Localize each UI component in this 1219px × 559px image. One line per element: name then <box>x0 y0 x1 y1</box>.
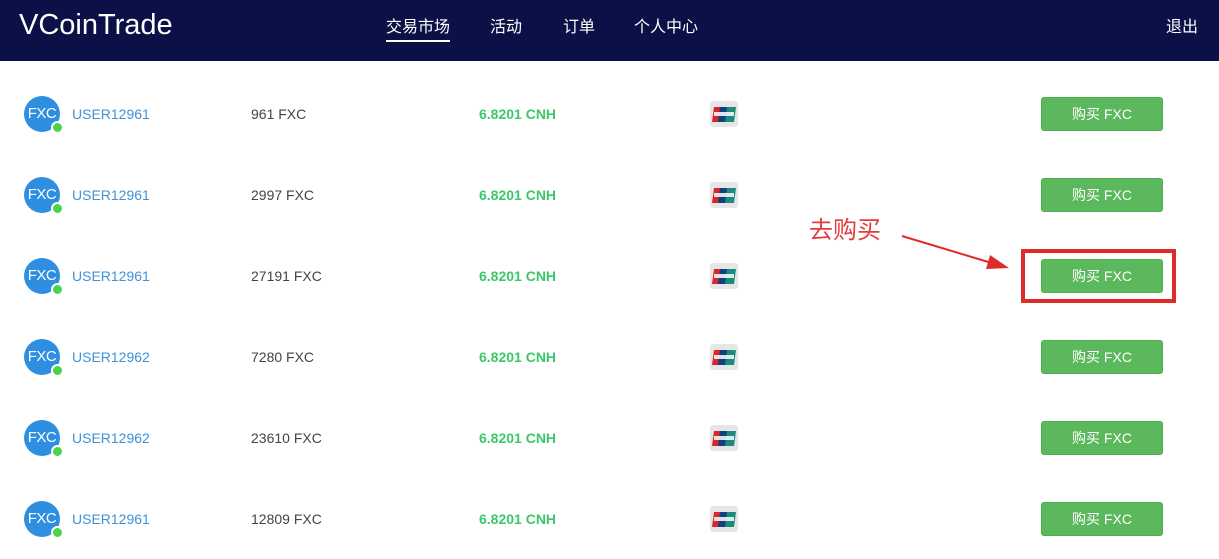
annotation-highlight-box <box>1021 249 1176 303</box>
